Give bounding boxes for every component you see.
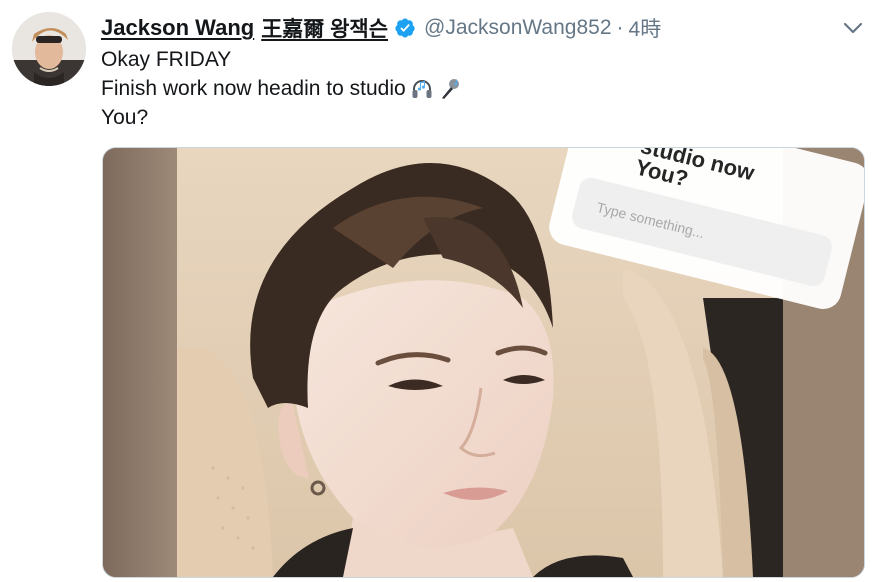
chevron-down-icon[interactable]	[842, 17, 864, 39]
display-name[interactable]: Jackson Wang	[101, 15, 254, 41]
timestamp[interactable]: 4時	[629, 13, 662, 43]
tweet-line: Okay FRIDAY	[101, 45, 462, 74]
verified-badge-icon	[395, 18, 415, 38]
headphones-icon	[412, 79, 432, 98]
microphone-icon	[441, 78, 459, 99]
tweet-card[interactable]: Jackson Wang 王嘉爾 왕잭슨 @JacksonWang852 · 4…	[0, 0, 877, 582]
tweet-line: You?	[101, 103, 462, 132]
tweet-line-2: Finish work now headin to studio	[101, 77, 406, 100]
tweet-line-1: Okay FRIDAY	[101, 48, 232, 71]
tweet-text: Okay FRIDAY Finish work now headin to st…	[101, 45, 462, 132]
avatar-image	[12, 12, 86, 86]
display-name-cjk[interactable]: 王嘉爾 왕잭슨	[261, 13, 388, 43]
tweet-line: Finish work now headin to studio	[101, 74, 462, 103]
photo-selfie: studio now You? Type something...	[103, 148, 864, 577]
tweet-media[interactable]: studio now You? Type something...	[102, 147, 865, 578]
separator-dot: ·	[616, 16, 624, 39]
tweet-header: Jackson Wang 王嘉爾 왕잭슨 @JacksonWang852 · 4…	[101, 12, 661, 44]
tweet-line-3: You?	[101, 106, 149, 129]
user-handle[interactable]: @JacksonWang852	[424, 16, 611, 40]
avatar[interactable]	[12, 12, 86, 86]
